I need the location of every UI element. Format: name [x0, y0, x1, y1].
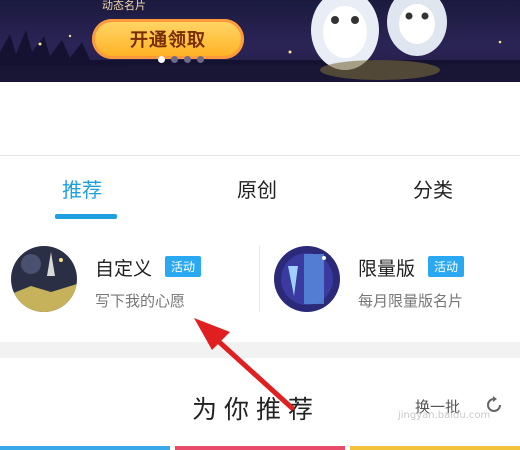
carousel-dot-active	[158, 56, 165, 63]
card-limited-edition[interactable]: 限量版 活动 每月限量版名片	[274, 246, 514, 316]
recommend-section: 为你推荐 换一批	[0, 358, 520, 450]
activity-badge: 活动	[165, 256, 202, 277]
section-title: 为你推荐	[192, 395, 321, 424]
bottom-color-strip	[0, 446, 520, 450]
banner-caption: 动态名片	[102, 0, 146, 12]
card-custom[interactable]: 自定义 活动 写下我的心愿	[11, 246, 251, 316]
carousel-dot	[184, 56, 191, 63]
blank-section	[0, 82, 520, 155]
active-tab-indicator	[55, 214, 117, 219]
mascot-illustration	[311, 0, 447, 80]
carousel-indicator	[158, 56, 204, 63]
activity-badge: 活动	[428, 256, 465, 277]
tab-category[interactable]: 分类	[413, 174, 453, 203]
watermark: jingyan.baidu.com	[398, 410, 491, 421]
card-title: 自定义	[95, 258, 153, 280]
category-tabs: 推荐 原创 分类	[0, 155, 520, 221]
card-custom-thumbnail	[11, 246, 77, 312]
card-title: 限量版	[358, 258, 416, 280]
promo-banner[interactable]: 动态名片 开通领取	[0, 0, 520, 82]
activate-claim-button[interactable]: 开通领取	[92, 19, 244, 59]
tab-recommended[interactable]: 推荐	[62, 174, 102, 203]
card-subtitle: 每月限量版名片	[358, 292, 464, 310]
carousel-dot	[171, 56, 178, 63]
card-list: 自定义 活动 写下我的心愿 限量版 活动 每月限量版名片	[0, 220, 520, 342]
card-limited-thumbnail	[274, 246, 340, 312]
carousel-dot	[197, 56, 204, 63]
card-subtitle: 写下我的心愿	[95, 292, 186, 310]
tab-original[interactable]: 原创	[237, 174, 277, 203]
card-divider	[259, 246, 260, 312]
